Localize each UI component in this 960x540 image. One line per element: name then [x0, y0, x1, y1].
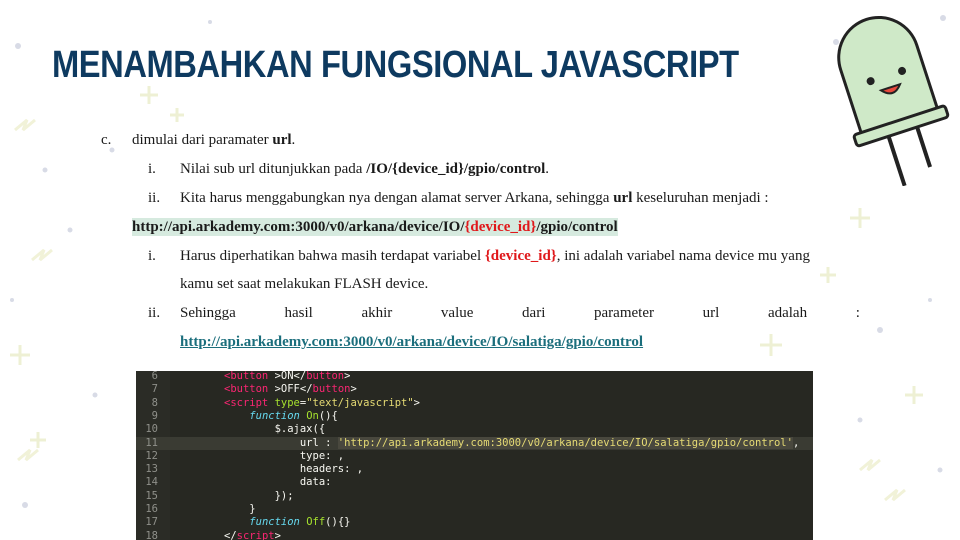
line-number: 11 [145, 436, 158, 449]
line-number: 8 [151, 396, 158, 409]
code-line: 8 <script type="text/javascript"> [136, 397, 813, 410]
code-editor-screenshot: 6 <button >ON</button> 7 <button >OFF</butt… [136, 371, 813, 540]
line-number: 17 [145, 516, 158, 529]
line-number: 6 [151, 371, 158, 382]
line-number: 18 [145, 529, 158, 540]
code-text: }); [274, 489, 294, 502]
code-text: function Off(){} [249, 516, 351, 529]
line-number: 15 [145, 489, 158, 502]
list-marker: i. [148, 248, 156, 264]
code-line: 17 function Off(){} [136, 516, 813, 529]
line-number: 14 [145, 476, 158, 489]
code-text: <script type="text/javascript"> [224, 396, 420, 409]
code-line: 18 </script> [136, 530, 813, 540]
code-text: headers: , [299, 463, 364, 476]
led-mascot-icon [833, 15, 950, 186]
line-number: 7 [151, 383, 158, 396]
list-item-i: i. Nilai sub url ditunjukkan pada /IO/{d… [148, 161, 550, 177]
code-text: <button >ON</button> [224, 371, 351, 382]
page-title: MENAMBAHKAN FUNGSIONAL JAVASCRIPT [52, 44, 739, 86]
code-text: <button >OFF</button> [224, 383, 357, 396]
line-number: 9 [151, 409, 158, 422]
code-line: 12 type: , [136, 450, 813, 463]
line-number: 13 [145, 463, 158, 476]
list-marker: ii. [148, 190, 161, 206]
result-item-ii: ii. Sehingga hasil akhir value dari paramete… [148, 305, 860, 321]
code-text: } [249, 503, 256, 515]
code-line: 7 <button >OFF</button> [136, 383, 813, 396]
list-marker: ii. [148, 305, 161, 321]
code-text: </script> [224, 529, 281, 540]
code-text: function On(){ [249, 409, 338, 422]
code-line: 14 data: [136, 476, 813, 489]
code-text: data: [299, 476, 332, 489]
note-item-i-continuation: kamu set saat melakukan FLASH device. [180, 276, 429, 292]
code-text: url : 'http://api.arkademy.com:3000/v0/a… [299, 436, 800, 449]
code-text: type: , [299, 449, 345, 462]
list-marker: c. [101, 132, 112, 148]
code-text: $.ajax({ [274, 423, 326, 436]
line-number: 10 [145, 423, 158, 436]
code-line: 10 $.ajax({ [136, 423, 813, 436]
result-url-link[interactable]: http://api.arkademy.com:3000/v0/arkana/d… [180, 334, 643, 350]
line-number: 16 [145, 503, 158, 515]
list-item-ii: ii. Kita harus menggabungkan nya dengan … [148, 190, 769, 206]
list-item-c: c. dimulai dari paramater url. [101, 132, 296, 148]
full-url-template: http://api.arkademy.com:3000/v0/arkana/d… [132, 218, 618, 236]
code-line: 6 <button >ON</button> [136, 371, 813, 383]
line-number: 12 [145, 449, 158, 462]
code-line: 11 url : 'http://api.arkademy.com:3000/v… [136, 436, 813, 450]
note-item-i: i. Harus diperhatikan bahwa masih terdap… [148, 248, 810, 264]
code-line: 16 } [136, 503, 813, 516]
list-marker: i. [148, 161, 156, 177]
code-line: 13 headers: , [136, 463, 813, 476]
code-line: 9 function On(){ [136, 410, 813, 423]
code-line: 15 }); [136, 490, 813, 503]
